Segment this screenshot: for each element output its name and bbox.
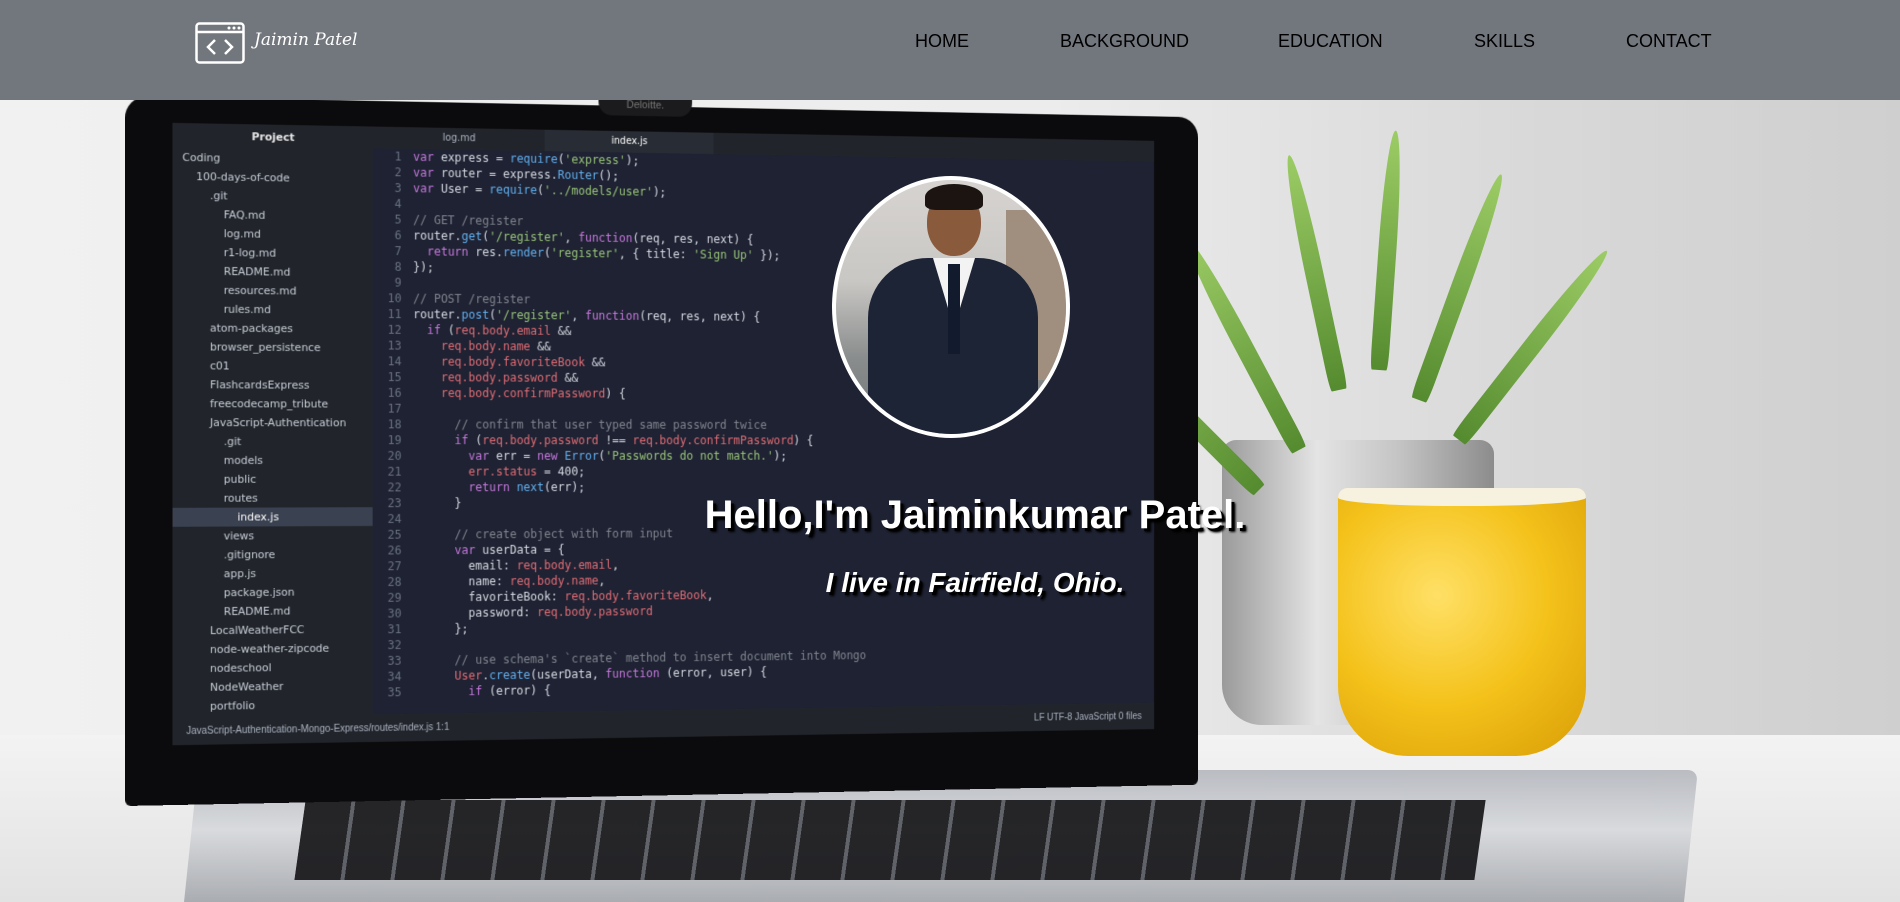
project-tree: Project Coding 100-days-of-code .git FAQ…: [172, 122, 373, 718]
tree-item: .gitignore: [223, 548, 276, 562]
editor-tab-active: index.js: [544, 129, 714, 155]
tree-item: FAQ.md: [223, 208, 266, 222]
tree-item: models: [223, 453, 263, 467]
profile-photo: [832, 176, 1070, 438]
brand-name[interactable]: Jaimin Patel: [254, 30, 357, 50]
code-line: 20 var err = new Error('Passwords do not…: [387, 449, 787, 463]
tree-item: node-weather-zipcode: [209, 641, 330, 657]
hero-location: I live in Fairfield, Ohio.: [825, 567, 1125, 598]
tree-item: resources.md: [223, 283, 297, 298]
code-line: 21 err.status = 400;: [387, 464, 585, 479]
tree-item: log.md: [223, 227, 261, 241]
code-window-icon[interactable]: [195, 22, 245, 64]
tree-item: browser_persistence: [209, 340, 321, 355]
laptop-lid: Deloitte. Project Coding 100-days-of-cod…: [125, 89, 1199, 806]
tree-item: nodeschool: [209, 661, 272, 675]
tree-item: .git: [223, 435, 242, 449]
editor-tab: log.md: [442, 132, 476, 145]
photo-hair: [925, 184, 983, 210]
tree-item: freecodecamp_tribute: [209, 397, 329, 411]
plant-leaf: [1410, 171, 1510, 404]
nav-background[interactable]: BACKGROUND: [1060, 31, 1189, 52]
tree-item: atom-packages: [209, 321, 293, 336]
nav-education[interactable]: EDUCATION: [1278, 31, 1383, 52]
nav-home[interactable]: HOME: [915, 31, 969, 52]
laptop-keyboard: [294, 800, 1486, 880]
tree-item: FlashcardsExpress: [209, 378, 310, 392]
tree-item: 100-days-of-code: [196, 170, 290, 185]
top-navbar: Jaimin Patel HOME BACKGROUND EDUCATION S…: [0, 0, 1900, 100]
tree-item: README.md: [223, 265, 291, 279]
nav-skills[interactable]: SKILLS: [1474, 31, 1535, 52]
tree-item: c01: [209, 359, 230, 373]
tree-item: JavaScript-Authentication: [209, 416, 347, 430]
plant-leaf: [1451, 245, 1614, 446]
tree-item: LocalWeatherFCC: [209, 623, 305, 638]
nav-contact[interactable]: CONTACT: [1626, 31, 1712, 52]
photo-tie: [948, 264, 960, 354]
plant-leaf: [1280, 153, 1348, 392]
project-tree-title: Project: [251, 130, 295, 144]
tree-item: rules.md: [223, 302, 271, 317]
plant-leaf: [1370, 129, 1405, 371]
hero-background: Deloitte. Project Coding 100-days-of-cod…: [0, 0, 1900, 902]
status-left-text: JavaScript-Authentication-Mongo-Express/…: [186, 721, 450, 737]
hero-greeting: Hello,I'm Jaiminkumar Patel.: [704, 493, 1246, 537]
status-right-text: LF UTF-8 JavaScript 0 files: [1034, 710, 1142, 723]
tree-item: r1-log.md: [223, 246, 277, 260]
code-line: 19 if (req.body.password !== req.body.co…: [387, 433, 814, 448]
tree-item: public: [223, 472, 257, 486]
tree-item: portfolio: [209, 699, 256, 713]
tree-item: README.md: [223, 604, 291, 619]
